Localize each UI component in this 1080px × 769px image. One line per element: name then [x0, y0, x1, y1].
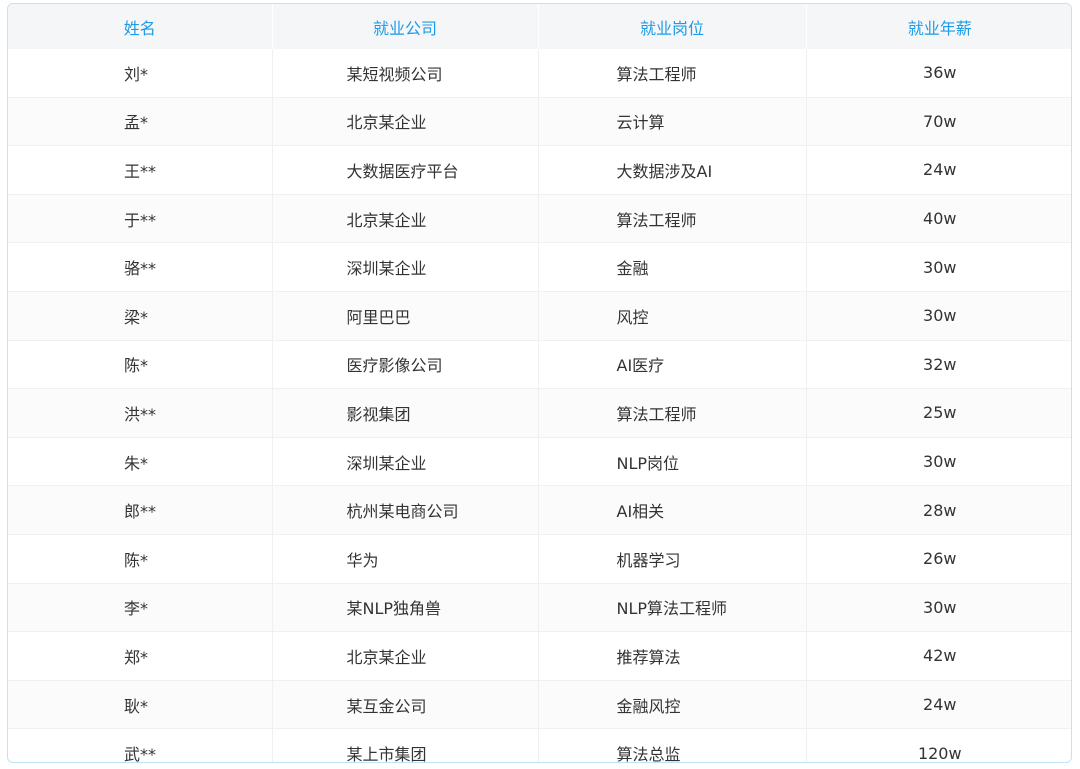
cell-name: 洪**	[8, 388, 273, 438]
table-row: 陈* 华为 机器学习 26w	[8, 534, 1071, 584]
header-salary: 就业年薪	[806, 4, 1071, 49]
cell-salary: 120w	[917, 743, 962, 763]
header-position: 就业岗位	[538, 4, 807, 49]
cell-name: 王**	[8, 145, 273, 195]
cell-company: 医疗影像公司	[272, 340, 539, 390]
table-row: 孟* 北京某企业 云计算 70w	[8, 97, 1071, 147]
cell-name: 郑*	[8, 631, 273, 681]
cell-salary: 30w	[806, 583, 1071, 633]
cell-company: 杭州某电商公司	[272, 485, 539, 535]
cell-company: 北京某企业	[272, 631, 539, 681]
table-row: 于** 北京某企业 算法工程师 40w	[8, 194, 1071, 244]
table-header: 姓名 就业公司 就业岗位 就业年薪	[8, 4, 1071, 49]
table-row: 郑* 北京某企业 推荐算法 42w	[8, 631, 1071, 681]
header-company: 就业公司	[272, 4, 539, 49]
cell-salary: 70w	[806, 97, 1071, 147]
cell-position: 风控	[538, 291, 807, 341]
cell-position: AI医疗	[538, 340, 807, 390]
cell-company: 某短视频公司	[272, 49, 539, 98]
cell-company: 深圳某企业	[272, 437, 539, 487]
table-row: 骆** 深圳某企业 金融 30w	[8, 242, 1071, 292]
cell-name: 李*	[8, 583, 273, 633]
cell-company: 影视集团	[272, 388, 539, 438]
cell-name: 于**	[8, 194, 273, 244]
cell-position: 大数据涉及AI	[538, 145, 807, 195]
table-row: 刘* 某短视频公司 算法工程师 36w	[8, 49, 1071, 98]
cell-company: 阿里巴巴	[272, 291, 539, 341]
cell-position: 机器学习	[538, 534, 807, 584]
cell-company: 北京某企业	[272, 194, 539, 244]
header-name: 姓名	[8, 4, 273, 49]
employment-table-container: 姓名 就业公司 就业岗位 就业年薪 刘* 某短视频公司 算法工程师 36w 孟*…	[7, 3, 1072, 763]
table-row: 郎** 杭州某电商公司 AI相关 28w	[8, 485, 1071, 535]
cell-salary: 24w	[806, 680, 1071, 730]
cell-company: 北京某企业	[272, 97, 539, 147]
table-body: 刘* 某短视频公司 算法工程师 36w 孟* 北京某企业 云计算 70w 王**…	[8, 49, 1071, 763]
cell-position: 算法工程师	[538, 49, 807, 98]
table-row: 陈* 医疗影像公司 AI医疗 32w	[8, 340, 1071, 390]
cell-name: 陈*	[8, 534, 273, 584]
cell-salary: 28w	[806, 485, 1071, 535]
cell-salary: 26w	[806, 534, 1071, 584]
cell-name: 孟*	[8, 97, 273, 147]
cell-salary: 32w	[806, 340, 1071, 390]
cell-company: 某互金公司	[272, 680, 539, 730]
cell-position: NLP岗位	[538, 437, 807, 487]
table-row: 耿* 某互金公司 金融风控 24w	[8, 680, 1071, 730]
cell-salary: 30w	[806, 291, 1071, 341]
table-row: 梁* 阿里巴巴 风控 30w	[8, 291, 1071, 341]
cell-name: 刘*	[8, 49, 273, 98]
cell-name: 耿*	[8, 680, 273, 730]
cell-company: 华为	[272, 534, 539, 584]
cell-company: 某上市集团	[272, 728, 539, 762]
cell-position: 算法工程师	[538, 194, 807, 244]
cell-salary: 36w	[806, 49, 1071, 98]
cell-position: 金融风控	[538, 680, 807, 730]
cell-position: 推荐算法	[538, 631, 807, 681]
table-row: 洪** 影视集团 算法工程师 25w	[8, 388, 1071, 438]
cell-position: 算法总监	[538, 728, 807, 762]
cell-position: AI相关	[538, 485, 807, 535]
employment-table: 姓名 就业公司 就业岗位 就业年薪 刘* 某短视频公司 算法工程师 36w 孟*…	[8, 4, 1071, 763]
table-row: 朱* 深圳某企业 NLP岗位 30w	[8, 437, 1071, 487]
header-row: 姓名 就业公司 就业岗位 就业年薪	[8, 4, 1071, 49]
cell-salary: 40w	[806, 194, 1071, 244]
cell-position: 云计算	[538, 97, 807, 147]
cell-company: 深圳某企业	[272, 242, 539, 292]
cell-name: 朱*	[8, 437, 273, 487]
cell-salary: 30w	[806, 242, 1071, 292]
cell-salary: 25w	[806, 388, 1071, 438]
cell-name: 骆**	[8, 242, 273, 292]
cell-name: 郎**	[8, 485, 273, 535]
cell-salary: 42w	[806, 631, 1071, 681]
table-row: 王** 大数据医疗平台 大数据涉及AI 24w	[8, 145, 1071, 195]
cell-company: 某NLP独角兽	[272, 583, 539, 633]
cell-name: 陈*	[8, 340, 273, 390]
table-row: 李* 某NLP独角兽 NLP算法工程师 30w	[8, 583, 1071, 633]
cell-name: 武**	[8, 728, 273, 762]
cell-position: 金融	[538, 242, 807, 292]
cell-position: NLP算法工程师	[538, 583, 807, 633]
cell-salary: 30w	[806, 437, 1071, 487]
cell-salary: 24w	[806, 145, 1071, 195]
cell-company: 大数据医疗平台	[272, 145, 539, 195]
cell-position: 算法工程师	[538, 388, 807, 438]
cell-name: 梁*	[8, 291, 273, 341]
table-row: 武** 某上市集团 算法总监 120w	[8, 728, 1071, 763]
